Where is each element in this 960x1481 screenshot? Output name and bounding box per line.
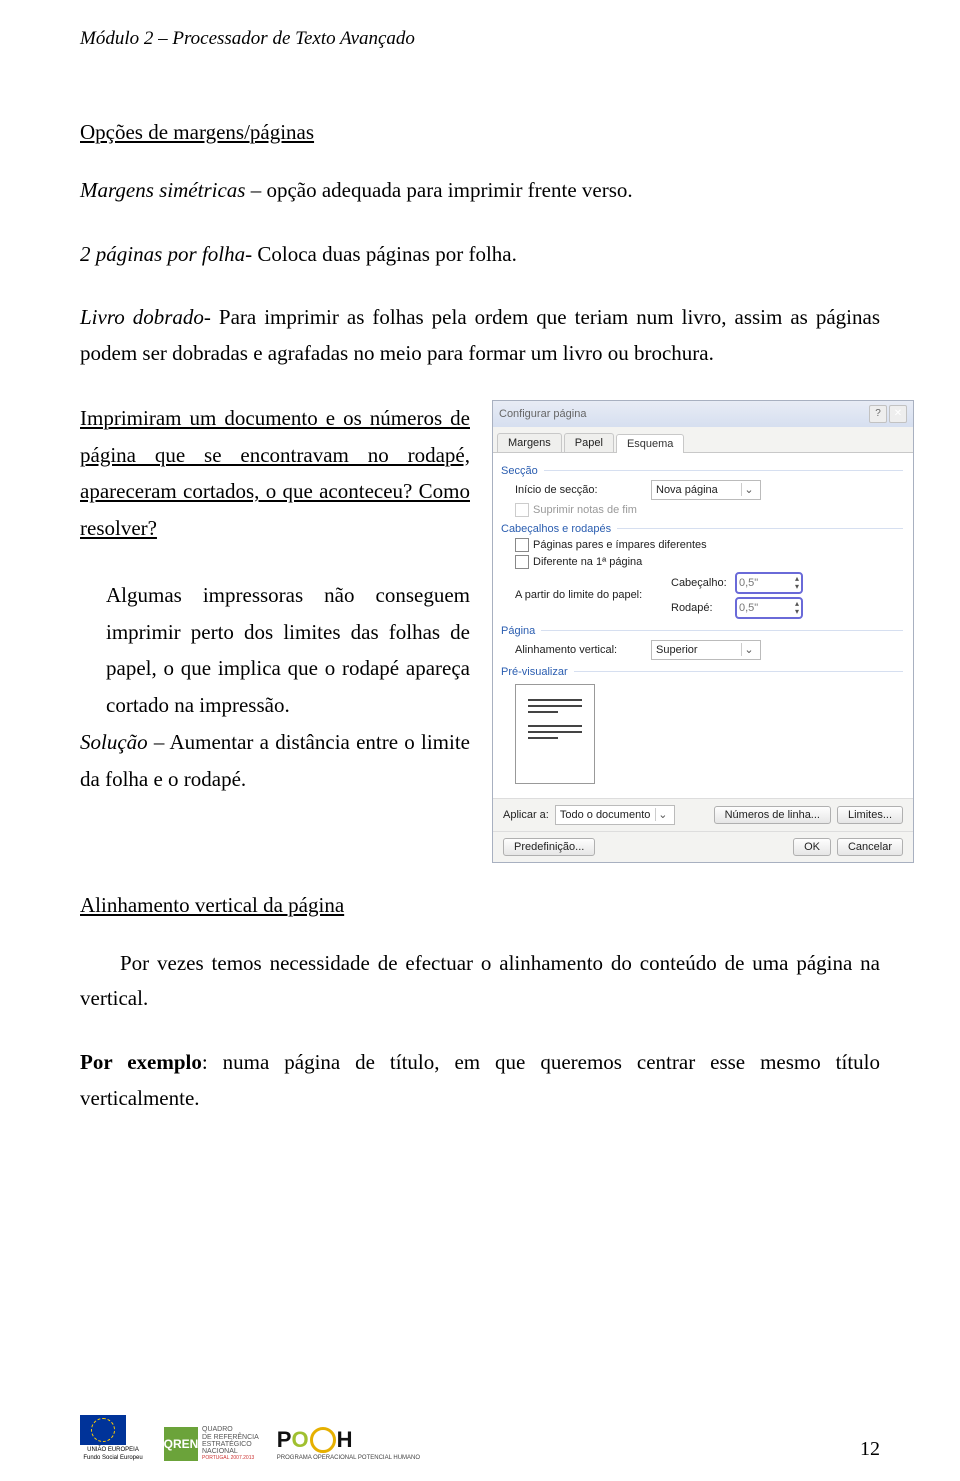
checkbox-suppress-endnotes[interactable]	[515, 503, 529, 517]
group-section: Secção	[501, 465, 903, 477]
spinner-arrows-icon: ▴▾	[795, 575, 799, 591]
tab-paper[interactable]: Papel	[564, 433, 614, 452]
eu-text1: UNIÃO EUROPEIA	[80, 1447, 146, 1453]
page-setup-dialog: Configurar página ? ✕ Margens Papel Esqu…	[492, 400, 914, 863]
para-symmetric: Margens simétricas – opção adequada para…	[80, 173, 880, 209]
section-title-valign: Alinhamento vertical da página	[80, 893, 880, 918]
qren-text: QUADRO DE REFERÊNCIA ESTRATÉGICO NACIONA…	[202, 1426, 259, 1455]
spinner-footer[interactable]: 0,5" ▴▾	[735, 597, 803, 619]
spinner-header-value: 0,5"	[739, 577, 758, 589]
select-apply-value: Todo o documento	[560, 809, 651, 821]
ok-button[interactable]: OK	[793, 838, 831, 856]
default-button[interactable]: Predefinição...	[503, 838, 595, 856]
borders-button[interactable]: Limites...	[837, 806, 903, 824]
group-headers-footers: Cabeçalhos e rodapés	[501, 523, 903, 535]
label-odd-even: Páginas pares e ímpares diferentes	[533, 539, 707, 551]
close-icon[interactable]: ✕	[889, 405, 907, 423]
checkbox-odd-even[interactable]	[515, 538, 529, 552]
select-section-start-value: Nova página	[656, 484, 718, 496]
page-footer: UNIÃO EUROPEIA Fundo Social Europeu QREN…	[80, 1415, 880, 1461]
checkbox-first-page[interactable]	[515, 555, 529, 569]
label-from-edge: A partir do limite do papel:	[515, 589, 665, 601]
label-valign: Alinhamento vertical:	[515, 644, 645, 656]
para-example: Por exemplo: numa página de título, em q…	[80, 1045, 880, 1116]
tab-margins[interactable]: Margens	[497, 433, 562, 452]
help-icon[interactable]: ?	[869, 405, 887, 423]
label-header-dist: Cabeçalho:	[671, 577, 731, 589]
spinner-header[interactable]: 0,5" ▴▾	[735, 572, 803, 594]
section-title-margins: Opções de margens/páginas	[80, 120, 880, 145]
select-section-start[interactable]: Nova página ⌄	[651, 480, 761, 500]
poph-logo: POH PROGRAMA OPERACIONAL POTENCIAL HUMAN…	[277, 1427, 420, 1461]
page-header: Módulo 2 – Processador de Texto Avançado	[80, 28, 880, 50]
para-valign: Por vezes temos necessidade de efectuar …	[80, 946, 880, 1017]
tab-layout[interactable]: Esquema	[616, 434, 684, 453]
label-section-start: Início de secção:	[515, 484, 645, 496]
select-valign-value: Superior	[656, 644, 698, 656]
page-number: 12	[860, 1438, 880, 1461]
label-apply-to: Aplicar a:	[503, 809, 549, 821]
select-apply-to[interactable]: Todo o documento ⌄	[555, 805, 675, 825]
group-preview: Pré-visualizar	[501, 666, 903, 678]
qren-sub: PORTUGAL 2007.2013	[202, 1456, 259, 1461]
preview-area	[515, 684, 903, 784]
para-bookfold: Livro dobrado- Para imprimir as folhas p…	[80, 300, 880, 371]
label-suppress-endnotes: Suprimir notas de fim	[533, 504, 637, 516]
ring-icon	[310, 1427, 336, 1453]
group-page: Página	[501, 625, 903, 637]
term-2pages: 2 páginas por folha	[80, 242, 245, 266]
solution-line: Solução – Aumentar a distância entre o l…	[80, 724, 470, 798]
eu-logo: UNIÃO EUROPEIA Fundo Social Europeu	[80, 1415, 146, 1461]
poph-sub: PROGRAMA OPERACIONAL POTENCIAL HUMANO	[277, 1455, 420, 1461]
example-label: Por exemplo	[80, 1050, 202, 1074]
chevron-down-icon: ⌄	[741, 643, 756, 656]
chevron-down-icon: ⌄	[655, 808, 670, 821]
eu-flag-icon	[80, 1415, 126, 1445]
eu-text2: Fundo Social Europeu	[80, 1455, 146, 1461]
qren-logo: QREN QUADRO DE REFERÊNCIA ESTRATÉGICO NA…	[164, 1426, 259, 1461]
answer-cut-footer: Algumas impressoras não conseguem imprim…	[80, 577, 470, 724]
desc-symmetric: – opção adequada para imprimir frente ve…	[245, 178, 632, 202]
line-numbers-button[interactable]: Números de linha...	[714, 806, 831, 824]
desc-2pages: - Coloca duas páginas por folha.	[245, 242, 517, 266]
label-first-page: Diferente na 1ª página	[533, 556, 642, 568]
solution-label: Solução	[80, 730, 148, 754]
cancel-button[interactable]: Cancelar	[837, 838, 903, 856]
dialog-tabs: Margens Papel Esquema	[493, 427, 913, 453]
term-symmetric: Margens simétricas	[80, 178, 245, 202]
term-bookfold: Livro dobrado	[80, 305, 204, 329]
spinner-arrows-icon: ▴▾	[795, 600, 799, 616]
para-2pages: 2 páginas por folha- Coloca duas páginas…	[80, 237, 880, 273]
dialog-title: Configurar página	[499, 408, 586, 420]
qren-square-icon: QREN	[164, 1427, 198, 1461]
chevron-down-icon: ⌄	[741, 483, 756, 496]
select-valign[interactable]: Superior ⌄	[651, 640, 761, 660]
label-footer-dist: Rodapé:	[671, 602, 731, 614]
question-cut-footer: Imprimiram um documento e os números de …	[80, 400, 470, 547]
preview-page-icon	[515, 684, 595, 784]
spinner-footer-value: 0,5"	[739, 602, 758, 614]
